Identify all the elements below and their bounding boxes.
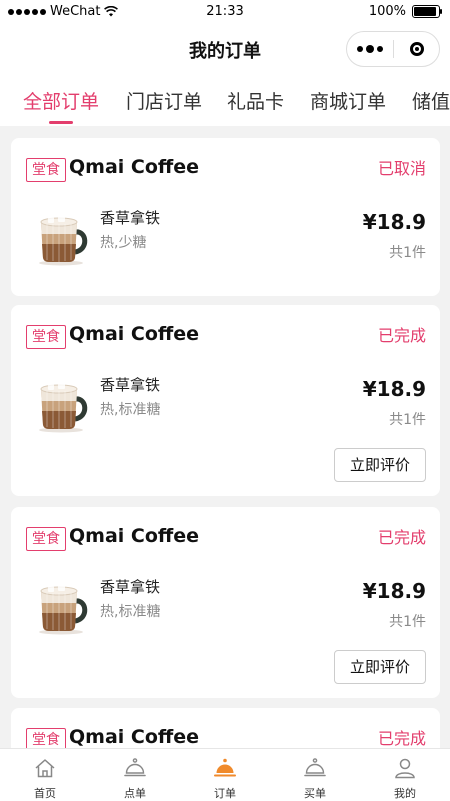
latte-image xyxy=(31,208,89,266)
item-count: 共1件 xyxy=(389,245,426,261)
cloche-icon xyxy=(304,757,326,779)
tabbar-label: 点单 xyxy=(124,787,146,800)
battery-icon xyxy=(412,5,442,18)
order-card[interactable]: 堂食 Qmai Coffee 已取消 香草拿铁 热,少糖 ¥18.9 共1件 xyxy=(11,138,440,296)
tabbar-home[interactable]: 首页 xyxy=(0,749,90,801)
nav-bar: 我的订单 xyxy=(0,24,450,74)
tabbar-label: 买单 xyxy=(304,787,326,800)
order-status: 已取消 xyxy=(377,159,426,178)
tab-stored-value[interactable]: 储值 xyxy=(412,87,450,114)
dine-in-tag: 堂食 xyxy=(26,325,66,349)
more-icon[interactable] xyxy=(347,44,393,53)
close-miniprogram-button[interactable] xyxy=(394,42,439,56)
store-name: Qmai Coffee xyxy=(69,323,200,345)
tabbar-pay[interactable]: 买单 xyxy=(270,749,360,801)
item-name: 香草拿铁 xyxy=(100,578,161,596)
tab-mall-orders[interactable]: 商城订单 xyxy=(310,87,386,114)
home-icon xyxy=(35,759,55,778)
order-price: ¥18.9 xyxy=(362,377,426,401)
order-card[interactable]: 堂食 Qmai Coffee 已完成 香草拿铁 热,标准糖 ¥18.9 共1件 … xyxy=(11,305,440,496)
latte-image xyxy=(31,577,89,635)
store-name: Qmai Coffee xyxy=(69,525,200,547)
battery-percent: 100% xyxy=(368,4,406,19)
tab-all-orders[interactable]: 全部订单 xyxy=(23,87,99,114)
order-card[interactable]: 堂食 Qmai Coffee 已完成 香草拿铁 热,标准糖 ¥18.9 共1件 … xyxy=(11,507,440,698)
miniprogram-capsule xyxy=(346,31,440,67)
rate-now-button[interactable]: 立即评价 xyxy=(334,650,426,684)
order-price: ¥18.9 xyxy=(362,210,426,234)
status-bar: WeChat 21:33 100% xyxy=(0,0,450,24)
tabbar-label: 首页 xyxy=(34,787,56,800)
tab-store-orders[interactable]: 门店订单 xyxy=(126,87,202,114)
item-name: 香草拿铁 xyxy=(100,376,161,394)
item-spec: 热,标准糖 xyxy=(100,604,161,620)
tabbar-order-food[interactable]: 点单 xyxy=(90,749,180,801)
item-name: 香草拿铁 xyxy=(100,209,161,227)
active-tab-indicator xyxy=(49,121,73,124)
tabbar-label: 订单 xyxy=(214,787,236,800)
order-status: 已完成 xyxy=(377,326,426,345)
item-count: 共1件 xyxy=(389,614,426,630)
tab-gift-cards[interactable]: 礼品卡 xyxy=(227,87,284,114)
order-status: 已完成 xyxy=(377,729,426,748)
tabbar-profile[interactable]: 我的 xyxy=(360,749,450,801)
item-count: 共1件 xyxy=(389,412,426,428)
item-spec: 热,标准糖 xyxy=(100,402,161,418)
user-icon xyxy=(395,758,415,779)
bottom-tab-bar: 首页 点单 订单 买单 我的 xyxy=(0,748,450,801)
order-tabs: 全部订单 门店订单 礼品卡 商城订单 储值 xyxy=(0,74,450,126)
order-price: ¥18.9 xyxy=(362,579,426,603)
dine-in-tag: 堂食 xyxy=(26,527,66,551)
rate-now-button[interactable]: 立即评价 xyxy=(334,448,426,482)
cloche-icon xyxy=(124,757,146,779)
close-target-icon xyxy=(409,42,424,56)
cloche-icon xyxy=(214,758,236,777)
store-name: Qmai Coffee xyxy=(69,156,200,178)
latte-image xyxy=(31,375,89,433)
item-spec: 热,少糖 xyxy=(100,235,147,251)
tabbar-label: 我的 xyxy=(394,787,416,800)
dine-in-tag: 堂食 xyxy=(26,158,66,182)
store-name: Qmai Coffee xyxy=(69,726,200,748)
tabbar-orders[interactable]: 订单 xyxy=(180,749,270,801)
order-status: 已完成 xyxy=(377,528,426,547)
